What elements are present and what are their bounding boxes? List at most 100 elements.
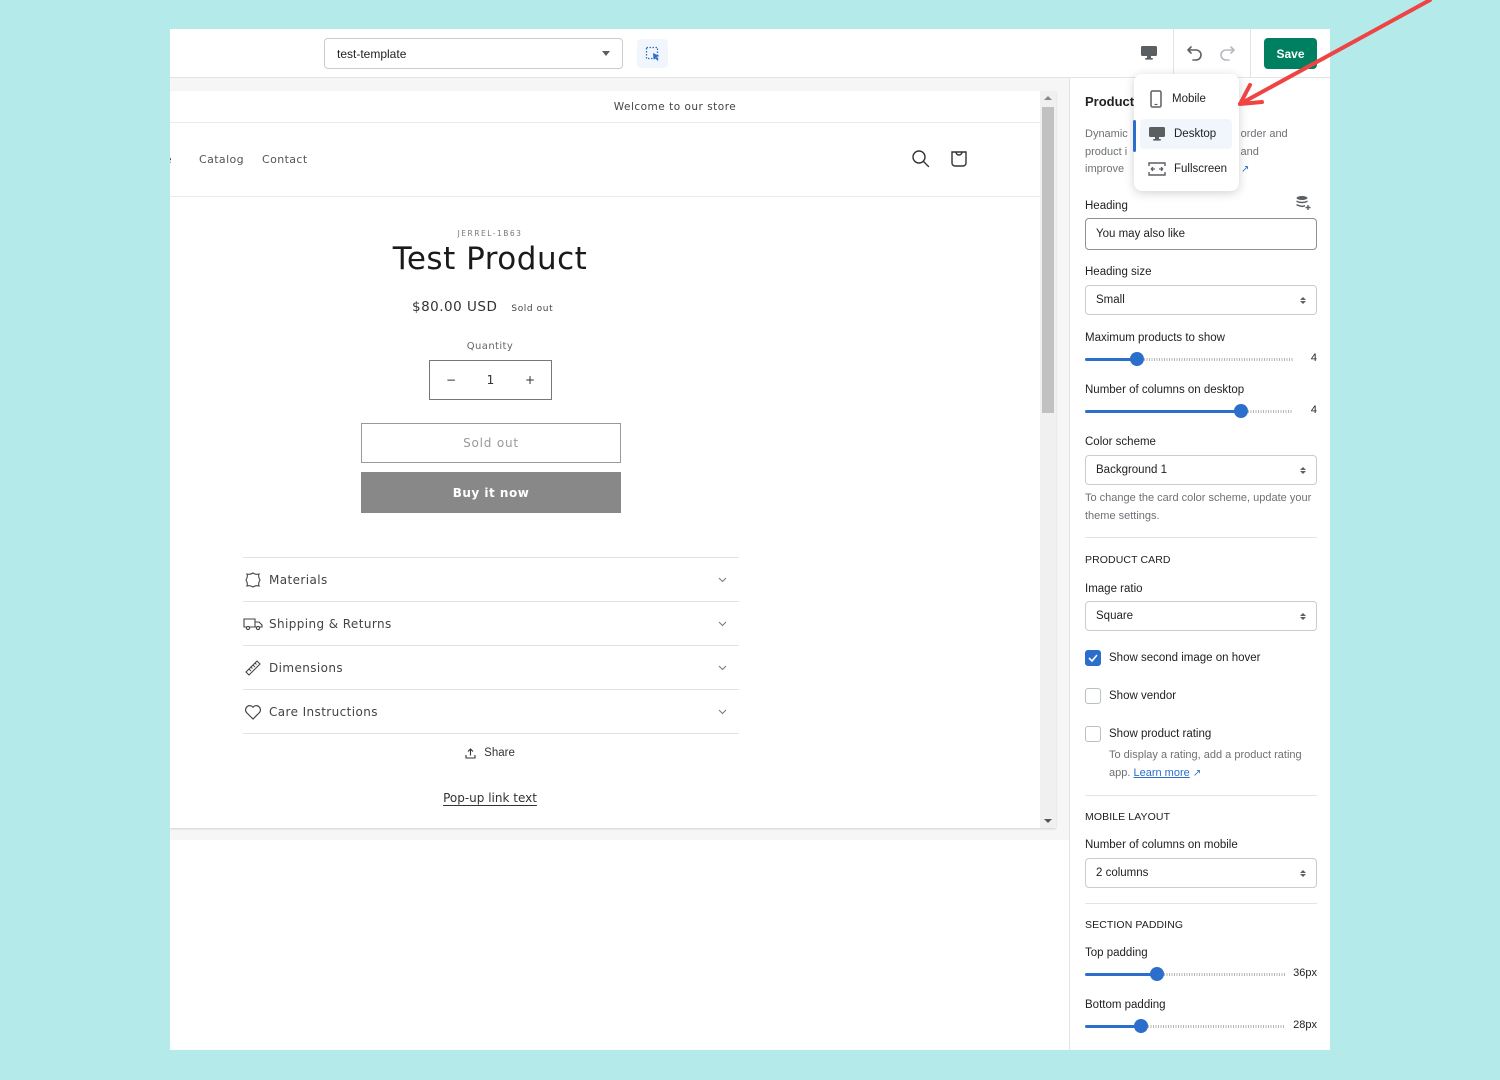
theme-editor-window: test-template Save Welcome to our store …	[170, 29, 1330, 1050]
undo-icon	[1187, 46, 1202, 61]
inspector-button[interactable]	[637, 39, 668, 68]
quantity-label: Quantity	[466, 341, 514, 352]
accordion-label: Dimensions	[269, 660, 344, 675]
slider-handle[interactable]	[1134, 1019, 1148, 1033]
sold-out-button[interactable]: Sold out	[361, 423, 621, 463]
checkbox[interactable]	[1085, 650, 1101, 666]
mobile-icon	[1150, 90, 1162, 108]
save-button[interactable]: Save	[1264, 38, 1317, 69]
store-header: Home Catalog Contact	[170, 124, 1040, 197]
settings-panel: Product Dynamic use order and product i ge…	[1069, 78, 1330, 1050]
nav-link-contact[interactable]: Contact	[262, 153, 308, 166]
color-scheme-select[interactable]: Background 1	[1085, 455, 1317, 485]
scroll-up-arrow[interactable]	[1044, 96, 1052, 100]
store-preview: Welcome to our store Home Catalog Contac…	[170, 91, 1056, 828]
checkbox[interactable]	[1085, 726, 1101, 742]
product-accordion: Materials Shipping & Returns Dimensions …	[243, 557, 739, 734]
buy-now-button[interactable]: Buy it now	[361, 472, 621, 513]
slider-value: 4	[1310, 404, 1317, 416]
redo-icon	[1220, 46, 1235, 61]
color-scheme-label: Color scheme	[1085, 436, 1156, 448]
color-scheme-help: To change the card color scheme, update …	[1085, 492, 1312, 522]
quantity-decrease-button[interactable]: −	[444, 373, 458, 387]
price-row: $80.00 USD Sold out	[412, 299, 553, 315]
device-option-mobile[interactable]: Mobile	[1140, 84, 1232, 114]
checkbox[interactable]	[1085, 688, 1101, 704]
slider-handle[interactable]	[1150, 967, 1164, 981]
checkbox-second-image[interactable]: Show second image on hover	[1085, 650, 1261, 666]
accordion-item-shipping[interactable]: Shipping & Returns	[243, 602, 739, 646]
device-option-desktop[interactable]: Desktop	[1140, 119, 1232, 149]
popup-link-text: Pop-up link text	[443, 791, 537, 805]
columns-desktop-slider[interactable]: 4	[1085, 404, 1317, 418]
rating-learn-more-link[interactable]: Learn more	[1133, 767, 1189, 779]
search-button[interactable]	[910, 148, 932, 170]
preview-scrollbar[interactable]	[1040, 91, 1056, 828]
heading-size-select[interactable]: Small	[1085, 285, 1317, 315]
device-option-fullscreen[interactable]: Fullscreen	[1140, 154, 1232, 184]
popup-link[interactable]: Pop-up link text	[170, 791, 810, 805]
chevron-down-icon	[718, 665, 726, 670]
divider	[1085, 537, 1317, 538]
leather-icon	[245, 571, 261, 588]
share-button[interactable]: Share	[170, 747, 810, 759]
bottom-padding-label: Bottom padding	[1085, 999, 1166, 1011]
undo-button[interactable]	[1183, 41, 1207, 65]
max-products-label: Maximum products to show	[1085, 332, 1225, 344]
template-select-value: test-template	[337, 46, 407, 61]
quantity-increase-button[interactable]: +	[523, 373, 537, 387]
columns-mobile-select[interactable]: 2 columns	[1085, 858, 1317, 888]
ruler-icon	[245, 659, 261, 676]
announcement-text: Welcome to our store	[613, 100, 737, 113]
columns-desktop-label: Number of columns on desktop	[1085, 384, 1245, 396]
divider	[1085, 903, 1317, 904]
desktop-icon	[1149, 127, 1165, 141]
slider-handle[interactable]	[1130, 352, 1144, 366]
accordion-label: Shipping & Returns	[269, 616, 392, 631]
cart-button[interactable]	[948, 148, 970, 170]
dynamic-source-icon	[1296, 196, 1311, 210]
bottom-padding-slider[interactable]: 28px	[1085, 1019, 1317, 1033]
top-padding-slider[interactable]: 36px	[1085, 967, 1317, 981]
quantity-value[interactable]: 1	[487, 373, 495, 387]
checkmark-icon	[1088, 654, 1098, 662]
device-preview-button[interactable]	[1136, 41, 1162, 65]
share-icon	[465, 747, 476, 759]
select-arrows-icon	[1300, 612, 1306, 620]
checkbox-show-vendor[interactable]: Show vendor	[1085, 688, 1176, 704]
top-bar: test-template Save	[170, 29, 1330, 78]
accordion-item-dimensions[interactable]: Dimensions	[243, 646, 739, 690]
accordion-item-care[interactable]: Care Instructions	[243, 690, 739, 734]
scrollbar-thumb[interactable]	[1042, 107, 1054, 413]
dynamic-source-button[interactable]	[1295, 195, 1313, 213]
quantity-stepper: − 1 +	[429, 360, 552, 400]
heading-size-label: Heading size	[1085, 266, 1152, 278]
settings-title: Product	[1085, 94, 1135, 109]
preview-blank-area	[170, 840, 1069, 1050]
max-products-slider[interactable]: 4	[1085, 352, 1317, 366]
mobile-layout-heading: MOBILE LAYOUT	[1085, 811, 1171, 823]
nav-link-catalog[interactable]: Catalog	[199, 153, 244, 166]
checkbox-product-rating[interactable]: Show product rating	[1085, 726, 1211, 742]
top-padding-label: Top padding	[1085, 947, 1148, 959]
accordion-label: Care Instructions	[269, 704, 378, 719]
select-arrows-icon	[1300, 296, 1306, 304]
section-padding-heading: SECTION PADDING	[1085, 919, 1184, 931]
cart-icon	[951, 151, 967, 167]
template-select[interactable]: test-template	[324, 38, 623, 69]
share-label: Share	[484, 747, 515, 759]
desktop-icon	[1141, 46, 1157, 60]
redo-button[interactable]	[1215, 41, 1239, 65]
heading-label: Heading	[1085, 200, 1128, 212]
caret-down-icon	[602, 51, 610, 56]
slider-handle[interactable]	[1234, 404, 1248, 418]
chevron-down-icon	[718, 709, 726, 714]
image-ratio-select[interactable]: Square	[1085, 601, 1317, 631]
select-arrows-icon	[1300, 466, 1306, 474]
slider-value: 28px	[1293, 1019, 1317, 1031]
scroll-down-arrow[interactable]	[1044, 819, 1052, 823]
heading-input[interactable]: You may also like	[1085, 218, 1317, 250]
nav-link-home[interactable]: Home	[170, 153, 172, 166]
fullscreen-icon	[1148, 162, 1166, 176]
accordion-item-materials[interactable]: Materials	[243, 558, 739, 602]
